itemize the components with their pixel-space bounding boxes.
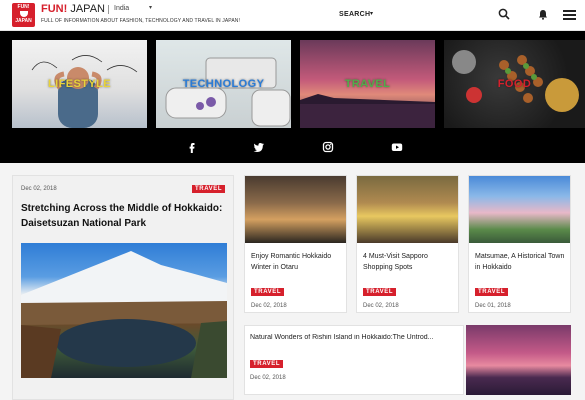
category-tag[interactable]: TRAVEL (251, 288, 285, 296)
category-label: FOOD (497, 78, 532, 90)
facebook-icon[interactable] (186, 141, 198, 153)
brand-name[interactable]: FUN! JAPAN (41, 3, 105, 15)
featured-article-image[interactable] (21, 243, 227, 378)
article-title[interactable]: Enjoy Romantic Hokkaido Winter in Otaru (251, 251, 343, 273)
site-tagline: FULL OF INFORMATION ABOUT FASHION, TECHN… (41, 18, 240, 24)
article-title[interactable]: Stretching Across the Middle of Hokkaido… (21, 201, 227, 231)
article-section: Dec 02, 2018 TRAVEL Stretching Across th… (0, 163, 585, 400)
youtube-icon[interactable] (391, 141, 403, 153)
brand-name-dark: JAPAN (70, 3, 105, 15)
article-title[interactable]: Matsumae, A Historical Town in Hokkaido (475, 251, 567, 273)
twitter-icon[interactable] (253, 141, 265, 153)
article-date: Dec 01, 2018 (475, 303, 511, 309)
article-image[interactable] (245, 176, 346, 243)
article-date: Dec 02, 2018 (251, 303, 287, 309)
category-label: TRAVEL (344, 78, 391, 90)
article-card[interactable]: Enjoy Romantic Hokkaido Winter in Otaru … (244, 175, 347, 313)
category-travel[interactable]: TRAVEL (300, 40, 435, 128)
article-date: Dec 02, 2018 (363, 303, 399, 309)
article-date: Dec 02, 2018 (250, 375, 286, 381)
article-title[interactable]: Natural Wonders of Rishiri Island in Hok… (250, 334, 460, 341)
category-label: TECHNOLOGY (182, 78, 265, 90)
site-header: FUN! JAPAN FUN! JAPAN India ▾ FULL OF INF… (0, 0, 585, 31)
article-date: Dec 02, 2018 (21, 186, 57, 192)
featured-article-card[interactable]: Dec 02, 2018 TRAVEL Stretching Across th… (12, 175, 234, 400)
category-band: LIFESTYLE TECHNOLOGY TRAVEL FOOD (0, 31, 585, 163)
article-card[interactable]: Matsumae, A Historical Town in Hokkaido … (468, 175, 571, 313)
category-food[interactable]: FOOD (444, 40, 585, 128)
site-logo[interactable]: FUN! JAPAN (12, 3, 35, 27)
category-lifestyle[interactable]: LIFESTYLE (12, 40, 147, 128)
article-title[interactable]: 4 Must-Visit Sapporo Shopping Spots (363, 251, 455, 273)
region-chevron-icon[interactable]: ▾ (149, 4, 152, 11)
article-card-wide[interactable]: Natural Wonders of Rishiri Island in Hok… (244, 325, 464, 395)
category-technology[interactable]: TECHNOLOGY (156, 40, 291, 128)
bell-icon[interactable] (538, 9, 548, 20)
category-tag[interactable]: TRAVEL (363, 288, 397, 296)
header-divider (108, 5, 109, 14)
brand-name-red: FUN! (41, 3, 68, 15)
category-label: LIFESTYLE (48, 78, 111, 90)
region-selector[interactable]: India (114, 5, 129, 12)
category-tag[interactable]: TRAVEL (250, 360, 284, 368)
search-icon[interactable] (498, 8, 510, 20)
instagram-icon[interactable] (322, 141, 334, 153)
article-card[interactable]: 4 Must-Visit Sapporo Shopping Spots TRAV… (356, 175, 459, 313)
search-chevron-icon[interactable]: ▾ (370, 10, 373, 17)
menu-icon[interactable] (563, 10, 576, 20)
search-dropdown[interactable]: SEARCH (339, 11, 370, 18)
article-image[interactable] (469, 176, 570, 243)
category-tag[interactable]: TRAVEL (475, 288, 509, 296)
category-tag[interactable]: TRAVEL (192, 185, 226, 193)
article-image[interactable] (357, 176, 458, 243)
article-image[interactable] (466, 325, 571, 395)
